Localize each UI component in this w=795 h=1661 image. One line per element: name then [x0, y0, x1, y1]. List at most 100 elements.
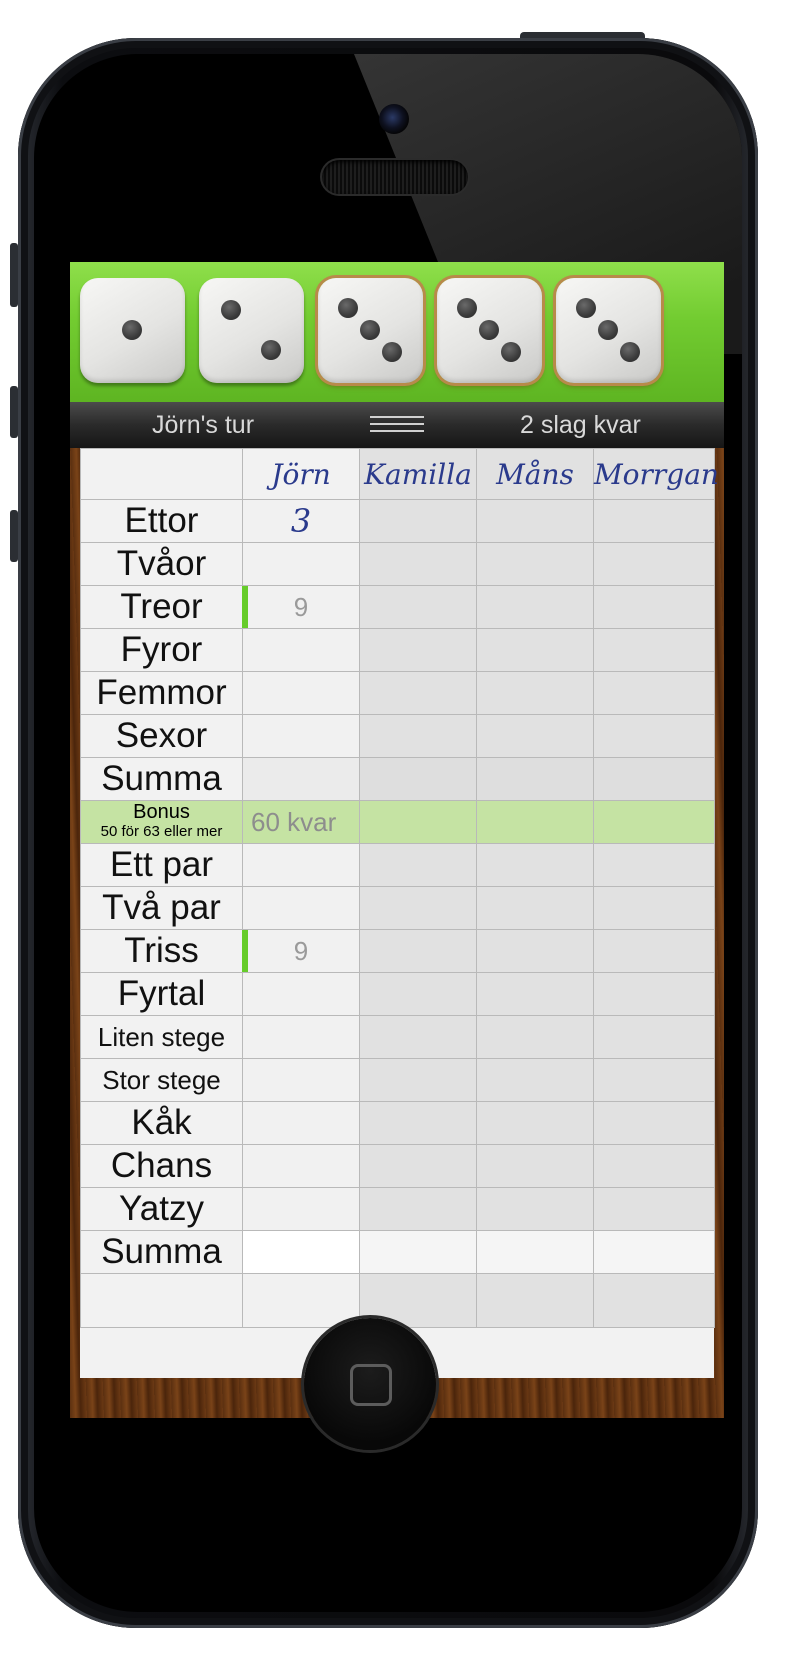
score-cell-opponent	[359, 800, 477, 844]
score-cell-opponent	[476, 714, 594, 758]
score-cell-opponent	[476, 1230, 594, 1274]
score-cell-opponent	[593, 671, 715, 715]
bonus-title: Bonus	[133, 801, 190, 823]
die-pip	[338, 298, 358, 318]
score-table: Jörn Kamilla Måns Morrgan Ettor 3 Tvåor Tre…	[80, 448, 719, 1328]
score-cell-jorn[interactable]: 3	[242, 499, 360, 543]
score-cell-opponent	[359, 585, 477, 629]
score-cell-jorn[interactable]	[242, 714, 360, 758]
score-cell-jorn[interactable]	[242, 542, 360, 586]
score-sheet: Jörn Kamilla Måns Morrgan Ettor 3 Tvåor Tre…	[80, 448, 719, 1378]
score-cell-opponent	[359, 1101, 477, 1145]
bonus-label: Bonus 50 för 63 eller mer	[80, 800, 243, 844]
score-cell-opponent	[593, 843, 715, 887]
die-pip	[501, 342, 521, 362]
corner-cell	[80, 448, 243, 500]
score-cell-opponent	[359, 929, 477, 973]
score-cell-opponent	[476, 800, 594, 844]
volume-down-button[interactable]	[10, 510, 18, 562]
score-cell-opponent	[593, 1058, 715, 1102]
score-cell-opponent	[476, 585, 594, 629]
score-row: Kåk	[80, 1101, 715, 1145]
row-label: Fyror	[80, 628, 243, 672]
score-cell-jorn[interactable]	[242, 1058, 360, 1102]
score-cell-jorn[interactable]	[242, 843, 360, 887]
score-cell-opponent	[593, 1187, 715, 1231]
die-pip	[261, 340, 281, 360]
score-cell-opponent	[476, 1101, 594, 1145]
score-cell-opponent	[359, 1015, 477, 1059]
row-label: Två par	[80, 886, 243, 930]
score-cell-jorn[interactable]: 9	[242, 929, 360, 973]
row-label: Sexor	[80, 714, 243, 758]
score-cell-opponent	[593, 628, 715, 672]
die-2[interactable]	[199, 278, 304, 383]
score-cell-opponent	[476, 886, 594, 930]
die-5[interactable]	[556, 278, 661, 383]
score-row: Treor 9	[80, 585, 715, 629]
score-cell-opponent	[359, 843, 477, 887]
score-cell-jorn[interactable]	[242, 1187, 360, 1231]
score-cell-opponent	[476, 757, 594, 801]
die-pip	[620, 342, 640, 362]
score-cell-opponent	[593, 757, 715, 801]
row-label: Fyrtal	[80, 972, 243, 1016]
score-cell-jorn[interactable]	[242, 972, 360, 1016]
volume-up-button[interactable]	[10, 386, 18, 438]
row-label: Triss	[80, 929, 243, 973]
player-header[interactable]: Jörn	[242, 448, 360, 500]
score-row: Sexor	[80, 714, 715, 758]
player-header[interactable]: Måns	[476, 448, 594, 500]
score-cell-opponent	[593, 1101, 715, 1145]
home-button[interactable]	[304, 1318, 436, 1450]
score-value: 9	[293, 935, 309, 966]
row-label: Stor stege	[80, 1058, 243, 1102]
score-row: Triss 9	[80, 929, 715, 973]
score-cell-jorn[interactable]	[242, 1015, 360, 1059]
status-bar: Jörn's tur 2 slag kvar	[70, 402, 724, 448]
header-row: Jörn Kamilla Måns Morrgan	[80, 448, 719, 500]
die-pip	[576, 298, 596, 318]
score-cell-opponent	[476, 542, 594, 586]
die-4[interactable]	[437, 278, 542, 383]
score-cell-jorn	[242, 1273, 360, 1328]
score-cell-opponent	[593, 1015, 715, 1059]
die-pip	[457, 298, 477, 318]
score-cell-opponent	[476, 671, 594, 715]
score-cell-opponent	[593, 542, 715, 586]
row-label: Tvåor	[80, 542, 243, 586]
die-1[interactable]	[80, 278, 185, 383]
die-pip	[360, 320, 380, 340]
score-cell-opponent	[593, 1144, 715, 1188]
mute-switch[interactable]	[10, 243, 18, 307]
score-cell-jorn	[242, 757, 360, 801]
score-cell-jorn[interactable]	[242, 671, 360, 715]
score-cell-jorn[interactable]: 9	[242, 585, 360, 629]
player-header[interactable]: Morrgan	[593, 448, 719, 500]
score-cell-jorn[interactable]	[242, 628, 360, 672]
score-cell-jorn[interactable]	[242, 1101, 360, 1145]
score-row: Ettor 3	[80, 499, 715, 543]
score-cell-jorn[interactable]	[242, 886, 360, 930]
suggestion-marker	[242, 586, 248, 628]
row-label: Ettor	[80, 499, 243, 543]
suggestion-marker	[242, 930, 248, 972]
front-camera	[379, 104, 409, 134]
die-pip	[122, 320, 142, 340]
score-cell-opponent	[359, 1058, 477, 1102]
die-3[interactable]	[318, 278, 423, 383]
score-cell-opponent	[359, 886, 477, 930]
score-cell-jorn[interactable]	[242, 1144, 360, 1188]
score-cell-opponent	[359, 1230, 477, 1274]
player-header[interactable]: Kamilla	[359, 448, 477, 500]
score-cell-opponent	[359, 1144, 477, 1188]
score-cell-opponent	[476, 499, 594, 543]
score-cell-opponent	[593, 1230, 715, 1274]
score-cell-opponent	[593, 886, 715, 930]
score-row: Chans	[80, 1144, 715, 1188]
score-row: Stor stege	[80, 1058, 715, 1102]
score-cell-opponent	[593, 585, 715, 629]
score-cell-opponent	[593, 929, 715, 973]
score-cell-opponent	[476, 628, 594, 672]
menu-icon[interactable]	[370, 416, 424, 434]
